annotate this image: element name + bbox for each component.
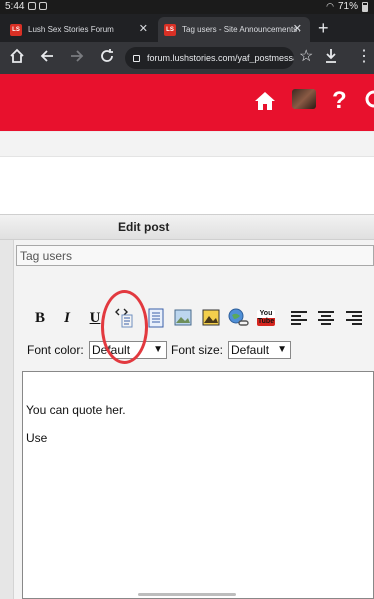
youtube-label: You Tube [257, 310, 275, 326]
editor-line: You can quote her. [26, 403, 126, 417]
panel-left-stripe [0, 240, 14, 599]
avatar[interactable] [292, 89, 316, 109]
home-icon[interactable] [9, 48, 25, 69]
site-header: ? [0, 74, 374, 131]
browser-toolbar: forum.lushstories.com/yaf_postmessage ☆ … [0, 42, 374, 74]
gesture-bar [138, 593, 236, 596]
favicon-icon: LS [164, 23, 176, 36]
chevron-down-icon: ▼ [153, 344, 163, 355]
editor-line: Use [26, 431, 48, 445]
message-editor[interactable]: You can quote her. Use [22, 371, 374, 599]
reload-icon[interactable] [100, 48, 114, 69]
menu-icon[interactable]: ⋮ [356, 48, 372, 66]
new-tab-icon[interactable]: + [318, 18, 329, 39]
status-time: 5:44 [5, 1, 25, 12]
bold-button[interactable]: B [29, 306, 51, 330]
address-bar[interactable]: forum.lushstories.com/yaf_postmessage [125, 47, 294, 69]
notification-icon [28, 2, 36, 10]
tab-title: Tag users - Site Announcements / Fea [182, 25, 300, 34]
chevron-down-icon: ▼ [277, 344, 287, 355]
close-icon[interactable]: ✕ [293, 22, 302, 35]
tab-title: Lush Sex Stories Forum [28, 25, 114, 34]
italic-button[interactable]: I [56, 306, 78, 330]
back-icon[interactable] [40, 48, 54, 69]
image-icon[interactable] [172, 306, 194, 330]
youtube-icon[interactable]: You Tube [255, 306, 277, 330]
download-icon[interactable] [324, 48, 338, 69]
quote-icon[interactable] [145, 306, 167, 330]
album-image-icon[interactable] [200, 306, 222, 330]
annotation-circle [101, 290, 148, 364]
close-icon[interactable]: ✕ [139, 22, 148, 35]
edit-post-header: Edit post [0, 214, 374, 240]
battery-icon [362, 1, 368, 12]
search-icon[interactable] [364, 89, 374, 116]
align-left-icon[interactable] [288, 306, 310, 330]
url-text: forum.lushstories.com/yaf_postmessage [147, 53, 294, 63]
link-icon[interactable] [228, 306, 250, 330]
tab-lush-forum[interactable]: LS Lush Sex Stories Forum ✕ [4, 17, 156, 42]
bookmark-star-icon[interactable]: ☆ [299, 48, 313, 66]
lock-icon [133, 54, 140, 62]
page-title: Edit post [118, 220, 170, 234]
tab-tag-users[interactable]: LS Tag users - Site Announcements / Fea … [158, 17, 310, 42]
tab-strip: LS Lush Sex Stories Forum ✕ LS Tag users… [0, 14, 374, 42]
align-right-icon[interactable] [343, 306, 365, 330]
wifi-icon: ◠ [326, 1, 334, 11]
font-size-select[interactable]: Default ▼ [228, 341, 291, 359]
battery-text: 71% [337, 1, 358, 12]
font-size-label: Font size: [171, 343, 224, 357]
image-notification-icon [39, 2, 47, 10]
status-bar: 5:44 ◠ 71% [0, 0, 374, 14]
subject-input[interactable] [16, 245, 374, 266]
home-icon[interactable] [254, 91, 276, 116]
align-center-icon[interactable] [315, 306, 337, 330]
favicon-icon: LS [10, 23, 22, 36]
forward-icon[interactable] [70, 48, 84, 69]
font-size-value: Default [231, 343, 270, 357]
help-icon[interactable]: ? [332, 87, 347, 115]
breadcrumb-bar [0, 131, 374, 157]
font-color-label: Font color: [27, 343, 84, 357]
